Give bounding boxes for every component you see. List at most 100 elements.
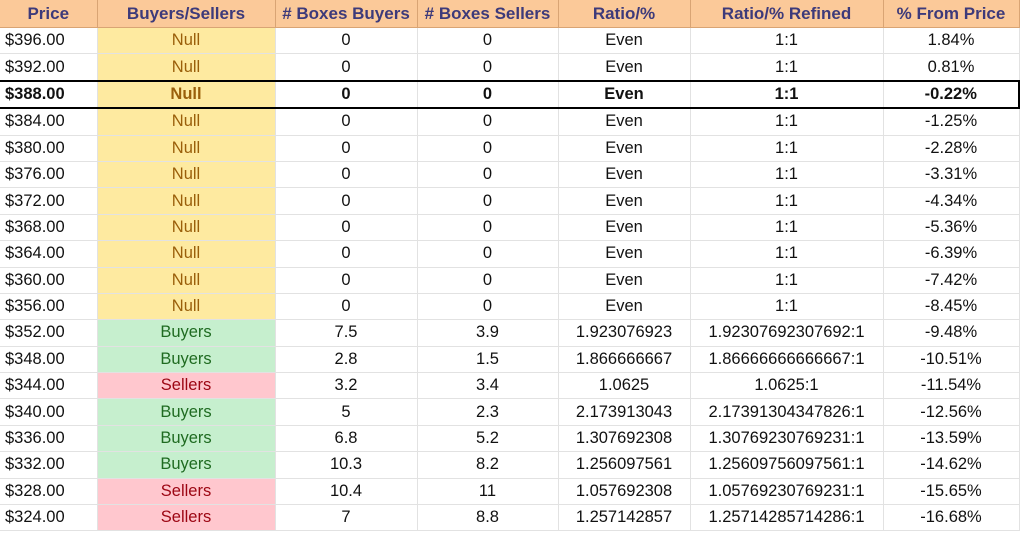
price-cell[interactable]: $328.00 xyxy=(0,478,98,506)
ratio-refined-cell[interactable]: 1:1 xyxy=(690,27,884,55)
ratio-refined-cell[interactable]: 1:1 xyxy=(690,293,884,321)
price-cell[interactable]: $336.00 xyxy=(0,425,98,453)
side-cell[interactable]: Sellers xyxy=(97,504,276,532)
ratio-cell[interactable]: 2.173913043 xyxy=(558,398,691,426)
side-cell[interactable]: Null xyxy=(97,79,276,110)
ratio-cell[interactable]: Even xyxy=(558,27,691,55)
boxes-sellers-cell[interactable]: 3.4 xyxy=(417,372,559,400)
price-cell[interactable]: $332.00 xyxy=(0,451,98,479)
price-cell[interactable]: $360.00 xyxy=(0,267,98,294)
boxes-sellers-cell[interactable]: 0 xyxy=(417,293,559,321)
ratio-cell[interactable]: Even xyxy=(558,79,691,110)
boxes-buyers-cell[interactable]: 6.8 xyxy=(275,425,418,453)
pct-from-price-cell[interactable]: -0.22% xyxy=(883,79,1020,110)
boxes-buyers-cell[interactable]: 5 xyxy=(275,398,418,426)
ratio-refined-cell[interactable]: 2.17391304347826:1 xyxy=(690,398,884,426)
side-cell[interactable]: Null xyxy=(97,53,276,82)
ratio-cell[interactable]: Even xyxy=(558,240,691,268)
price-cell[interactable]: $368.00 xyxy=(0,214,98,242)
ratio-refined-cell[interactable]: 1:1 xyxy=(690,53,884,82)
boxes-sellers-cell[interactable]: 0 xyxy=(417,27,559,55)
boxes-buyers-cell[interactable]: 0 xyxy=(275,293,418,321)
boxes-buyers-cell[interactable]: 2.8 xyxy=(275,346,418,374)
pct-from-price-cell[interactable]: 1.84% xyxy=(883,27,1020,55)
ratio-refined-cell[interactable]: 1.86666666666667:1 xyxy=(690,346,884,374)
price-cell[interactable]: $376.00 xyxy=(0,161,98,189)
price-cell[interactable]: $344.00 xyxy=(0,372,98,400)
price-cell[interactable]: $372.00 xyxy=(0,187,98,215)
price-cell[interactable]: $356.00 xyxy=(0,293,98,321)
price-cell[interactable]: $396.00 xyxy=(0,27,98,55)
boxes-buyers-cell[interactable]: 0 xyxy=(275,214,418,242)
ratio-refined-cell[interactable]: 1.05769230769231:1 xyxy=(690,478,884,506)
boxes-buyers-cell[interactable]: 10.4 xyxy=(275,478,418,506)
boxes-buyers-cell[interactable]: 10.3 xyxy=(275,451,418,479)
price-cell[interactable]: $380.00 xyxy=(0,135,98,162)
price-cell[interactable]: $392.00 xyxy=(0,53,98,82)
boxes-buyers-cell[interactable]: 0 xyxy=(275,79,418,110)
pct-from-price-cell[interactable]: -8.45% xyxy=(883,293,1020,321)
boxes-buyers-cell[interactable]: 0 xyxy=(275,108,418,136)
boxes-sellers-cell[interactable]: 8.2 xyxy=(417,451,559,479)
pct-from-price-cell[interactable]: -13.59% xyxy=(883,425,1020,453)
boxes-sellers-cell[interactable]: 0 xyxy=(417,214,559,242)
ratio-cell[interactable]: 1.307692308 xyxy=(558,425,691,453)
pct-from-price-cell[interactable]: -9.48% xyxy=(883,319,1020,347)
side-cell[interactable]: Null xyxy=(97,187,276,215)
ratio-refined-cell[interactable]: 1:1 xyxy=(690,240,884,268)
ratio-refined-cell[interactable]: 1.25714285714286:1 xyxy=(690,504,884,532)
ratio-refined-cell[interactable]: 1.25609756097561:1 xyxy=(690,451,884,479)
pct-from-price-cell[interactable]: -11.54% xyxy=(883,372,1020,400)
ratio-cell[interactable]: 1.923076923 xyxy=(558,319,691,347)
price-cell[interactable]: $364.00 xyxy=(0,240,98,268)
boxes-sellers-cell[interactable]: 0 xyxy=(417,108,559,136)
pct-from-price-cell[interactable]: -12.56% xyxy=(883,398,1020,426)
pct-from-price-cell[interactable]: -3.31% xyxy=(883,161,1020,189)
ratio-refined-cell[interactable]: 1.30769230769231:1 xyxy=(690,425,884,453)
pct-from-price-cell[interactable]: -14.62% xyxy=(883,451,1020,479)
ratio-refined-cell[interactable]: 1:1 xyxy=(690,135,884,162)
ratio-cell[interactable]: 1.256097561 xyxy=(558,451,691,479)
side-cell[interactable]: Buyers xyxy=(97,425,276,453)
boxes-buyers-cell[interactable]: 3.2 xyxy=(275,372,418,400)
header-buyers-sellers[interactable]: Buyers/Sellers xyxy=(97,0,276,28)
pct-from-price-cell[interactable]: -5.36% xyxy=(883,214,1020,242)
side-cell[interactable]: Null xyxy=(97,214,276,242)
boxes-buyers-cell[interactable]: 0 xyxy=(275,161,418,189)
boxes-sellers-cell[interactable]: 2.3 xyxy=(417,398,559,426)
boxes-sellers-cell[interactable]: 0 xyxy=(417,53,559,82)
ratio-cell[interactable]: Even xyxy=(558,161,691,189)
price-cell[interactable]: $384.00 xyxy=(0,108,98,136)
pct-from-price-cell[interactable]: -10.51% xyxy=(883,346,1020,374)
pct-from-price-cell[interactable]: -1.25% xyxy=(883,108,1020,136)
boxes-sellers-cell[interactable]: 0 xyxy=(417,240,559,268)
price-cell[interactable]: $340.00 xyxy=(0,398,98,426)
side-cell[interactable]: Null xyxy=(97,27,276,55)
side-cell[interactable]: Null xyxy=(97,135,276,162)
pct-from-price-cell[interactable]: -7.42% xyxy=(883,267,1020,294)
side-cell[interactable]: Buyers xyxy=(97,346,276,374)
pct-from-price-cell[interactable]: 0.81% xyxy=(883,53,1020,82)
ratio-cell[interactable]: Even xyxy=(558,293,691,321)
side-cell[interactable]: Buyers xyxy=(97,319,276,347)
pct-from-price-cell[interactable]: -4.34% xyxy=(883,187,1020,215)
ratio-refined-cell[interactable]: 1:1 xyxy=(690,108,884,136)
header-boxes-buyers[interactable]: # Boxes Buyers xyxy=(275,0,418,28)
boxes-sellers-cell[interactable]: 3.9 xyxy=(417,319,559,347)
price-cell[interactable]: $324.00 xyxy=(0,504,98,532)
pct-from-price-cell[interactable]: -15.65% xyxy=(883,478,1020,506)
ratio-refined-cell[interactable]: 1.0625:1 xyxy=(690,372,884,400)
ratio-cell[interactable]: 1.866666667 xyxy=(558,346,691,374)
ratio-refined-cell[interactable]: 1:1 xyxy=(690,214,884,242)
pct-from-price-cell[interactable]: -6.39% xyxy=(883,240,1020,268)
boxes-buyers-cell[interactable]: 0 xyxy=(275,187,418,215)
side-cell[interactable]: Buyers xyxy=(97,398,276,426)
boxes-buyers-cell[interactable]: 7.5 xyxy=(275,319,418,347)
boxes-sellers-cell[interactable]: 5.2 xyxy=(417,425,559,453)
side-cell[interactable]: Null xyxy=(97,161,276,189)
price-cell[interactable]: $388.00 xyxy=(0,79,98,110)
ratio-cell[interactable]: 1.057692308 xyxy=(558,478,691,506)
ratio-cell[interactable]: Even xyxy=(558,267,691,294)
ratio-refined-cell[interactable]: 1:1 xyxy=(690,187,884,215)
ratio-cell[interactable]: Even xyxy=(558,108,691,136)
